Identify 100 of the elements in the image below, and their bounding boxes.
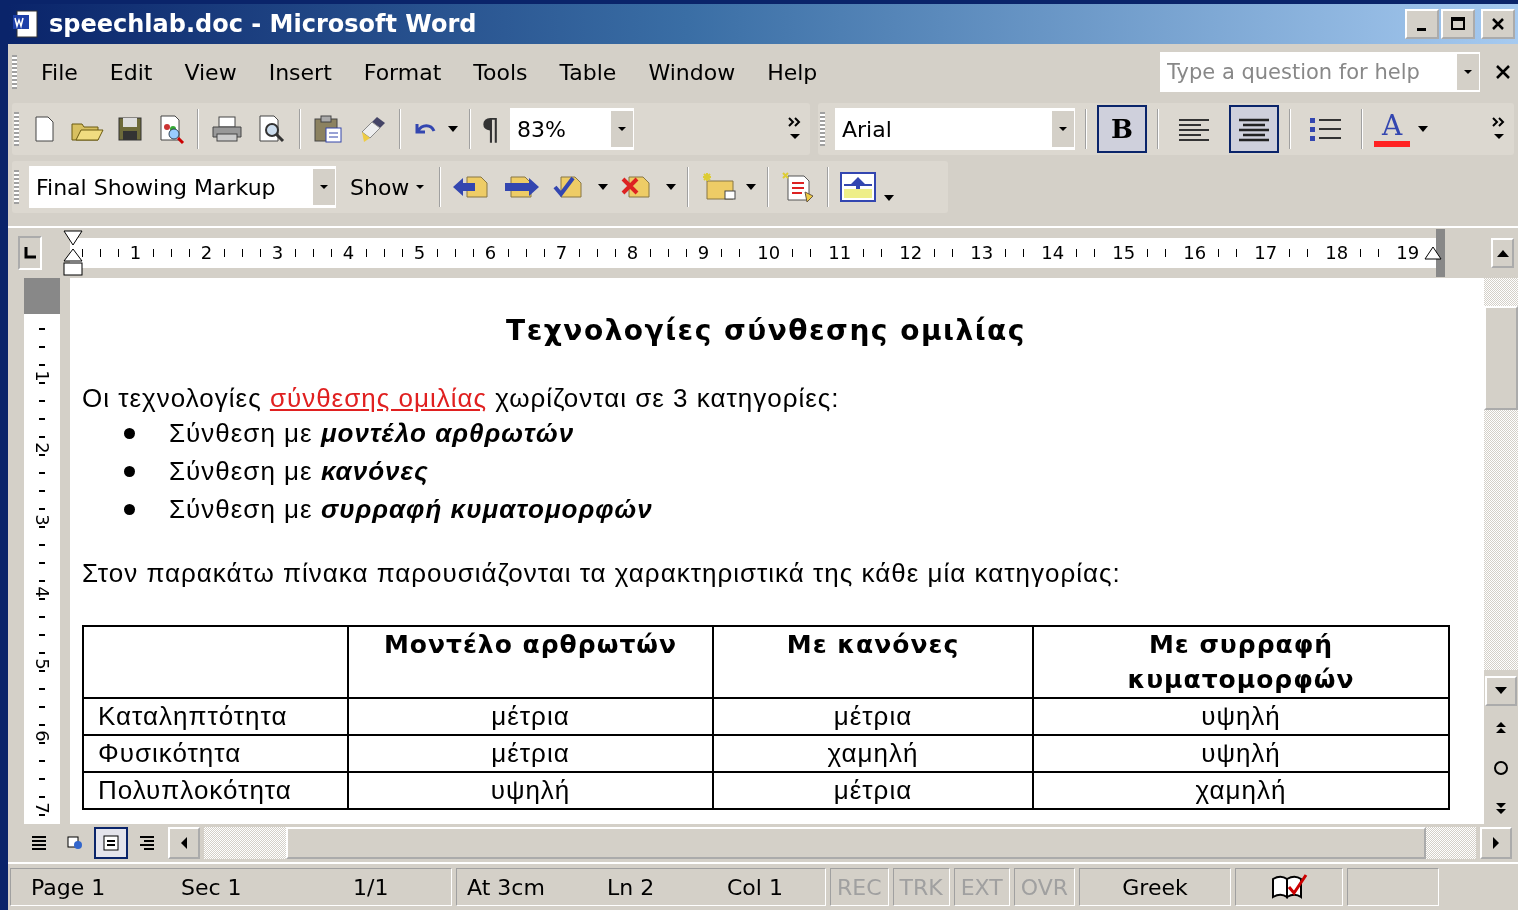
table-cell: υψηλή (348, 772, 713, 809)
right-arrow-icon (1491, 836, 1501, 850)
font-dropdown[interactable]: Arial (835, 108, 1075, 150)
save-icon[interactable] (115, 114, 145, 144)
tab-selector-button[interactable] (18, 236, 43, 270)
status-text: Col 1 (727, 874, 783, 900)
bullet-list-icon (1309, 115, 1343, 143)
help-search-field[interactable]: Type a question for help (1160, 52, 1480, 92)
caret-icon[interactable] (597, 183, 610, 191)
maximize-icon (1450, 16, 1466, 32)
table-cell: υψηλή (1033, 735, 1449, 772)
window-title: speechlab.doc - Microsoft Word (49, 10, 478, 38)
document-icon (11, 9, 41, 39)
menu-item[interactable]: Edit (95, 59, 171, 85)
menu-item[interactable]: View (170, 59, 255, 85)
menu-item[interactable]: Insert (254, 59, 350, 85)
column-header: Με κανόνες (713, 626, 1033, 698)
up-arrow-icon (1495, 248, 1510, 258)
indent-marker-icon[interactable] (62, 229, 85, 277)
maximize-button[interactable] (1441, 9, 1475, 39)
ruler-number: 10 (757, 243, 781, 263)
caret-icon[interactable] (665, 183, 678, 191)
table-cell: Φυσικότητα (83, 735, 348, 772)
list-item: Σύνθεση με μοντέλο αρθρωτών (169, 417, 575, 449)
menu-item[interactable]: Format (349, 59, 460, 85)
menu-item[interactable]: Help (753, 59, 836, 85)
scroll-left-button[interactable] (168, 827, 200, 859)
ruler-number: 11 (828, 243, 852, 263)
down-arrow-icon (1494, 686, 1508, 696)
vertical-scrollbar[interactable] (1484, 278, 1518, 670)
table-cell: μέτρια (713, 772, 1033, 809)
status-text: Ln 2 (607, 874, 656, 900)
close-button[interactable] (1481, 9, 1515, 39)
outline-icon (138, 834, 156, 852)
table-cell: χαμηλή (1033, 772, 1449, 809)
ruler-number: 12 (899, 243, 923, 263)
ruler-number: 13 (970, 243, 994, 263)
caret-icon[interactable] (745, 183, 758, 191)
ruler-number: 7 (555, 243, 568, 263)
table-cell: μέτρια (348, 735, 713, 772)
show-formatting-button[interactable]: ¶ (481, 111, 501, 147)
lines-icon (30, 834, 48, 852)
ruler-number: 5 (413, 243, 426, 263)
browse-object-icon[interactable] (1493, 760, 1509, 776)
ruler-number: 14 (1041, 243, 1065, 263)
close-icon[interactable] (1494, 63, 1512, 81)
menu-item[interactable]: Window (634, 59, 754, 85)
table-cell: υψηλή (1033, 698, 1449, 735)
print-layout-button[interactable] (94, 827, 128, 859)
list-item: Σύνθεση με κανόνες (169, 455, 429, 487)
language-indicator[interactable]: Greek (1079, 868, 1231, 906)
minimize-button[interactable] (1405, 9, 1439, 39)
font-color-button[interactable]: A (1373, 111, 1411, 147)
table-cell: χαμηλή (713, 735, 1033, 772)
paragraph: Οι τεχνολογίες σύνθεσης ομιλίας χωρίζονται σε 3 κατηγορίες: (82, 383, 841, 414)
status-text: Page 1 (30, 874, 107, 900)
ruler-number: 1 (129, 243, 142, 263)
ruler-number: 19 (1396, 243, 1420, 263)
spelling-status-icon[interactable] (1269, 873, 1309, 901)
display-for-review-dropdown[interactable]: Final Showing Markup (29, 166, 336, 208)
menu-item[interactable]: File (27, 59, 96, 85)
reviewing-pane-icon[interactable] (839, 171, 878, 203)
bold-button[interactable]: B (1097, 105, 1147, 153)
center-button[interactable] (1229, 105, 1279, 153)
list-item: Σύνθεση με συρραφή κυματομορφών (169, 493, 653, 525)
ruler-number: 16 (1183, 243, 1207, 263)
caret-icon (415, 184, 426, 190)
ruler-number: 2 (200, 243, 213, 263)
caret-icon[interactable] (447, 125, 459, 133)
table-cell: μέτρια (348, 698, 713, 735)
right-indent-marker-icon[interactable] (1423, 245, 1444, 261)
scroll-right-button[interactable] (1480, 827, 1512, 859)
ruler-number: 9 (697, 243, 710, 263)
menu-item[interactable]: Tools (459, 59, 546, 85)
close-icon (1490, 16, 1506, 32)
caret-icon[interactable] (883, 194, 896, 202)
left-arrow-icon (179, 836, 189, 850)
table-cell: Καταληπτότητα (83, 698, 348, 735)
paste-icon[interactable] (311, 113, 345, 145)
bullet-icon (124, 465, 135, 477)
scroll-up-button[interactable] (1491, 238, 1514, 268)
document-heading: Τεχνολογίες σύνθεσης ομιλίας (505, 314, 1027, 347)
bullet-icon (124, 503, 135, 515)
ruler-number: 17 (1254, 243, 1278, 263)
caret-icon[interactable] (1417, 125, 1429, 133)
ruler-number: 8 (626, 243, 639, 263)
status-text: At 3cm (467, 874, 546, 900)
zoom-dropdown[interactable]: 83% (510, 108, 635, 150)
print-icon[interactable] (209, 114, 245, 144)
scroll-down-button[interactable] (1485, 676, 1517, 706)
web-page-icon (66, 834, 84, 852)
show-menu-button[interactable]: Show (346, 174, 430, 200)
column-header: Με συρραφή κυματομορφών (1033, 626, 1449, 698)
scroll-thumb[interactable] (1484, 306, 1518, 410)
menu-item[interactable]: Table (545, 59, 635, 85)
caret-icon (319, 184, 329, 190)
status-text: 1/1 (353, 874, 389, 900)
caret-icon (617, 126, 628, 132)
ruler-number: 3 (271, 243, 284, 263)
bullet-icon (124, 427, 135, 439)
